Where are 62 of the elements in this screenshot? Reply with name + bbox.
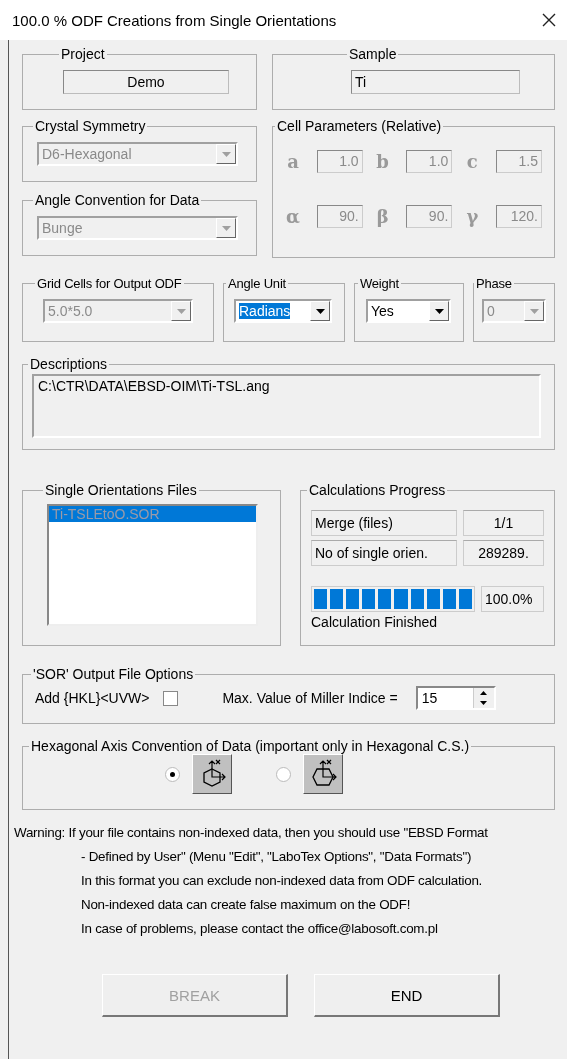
status-text: Calculation Finished [311,614,439,630]
dropdown[interactable]: Radians [234,299,332,323]
group-label: Angle Convention for Data [34,192,201,208]
end-button[interactable]: END [314,974,500,1017]
caret-icon [221,225,231,231]
progress-value: 1/1 [463,510,544,536]
group-label: Angle Unit [227,276,287,291]
warning-text: In this format you can exclude non-indexed data from ODF calculation. [80,872,484,890]
parameter-field: 1.0 [406,150,453,173]
window-title: 100.0 % ODF Creations from Single Orientations [12,11,337,29]
radio-button[interactable] [275,766,291,782]
parameter-field: 90. [406,205,453,228]
project-field: Demo [63,70,229,94]
radio-button[interactable] [164,766,180,782]
group-label: Sample [348,46,398,62]
parameter-symbol: a [286,151,300,172]
parameter-symbol: α [285,206,301,227]
caret-icon [434,308,444,314]
group-label: Descriptions [29,356,109,372]
group-label: Phase [475,276,513,291]
group-label: Cell Parameters (Relative) [276,118,443,134]
parameter-symbol: c [465,151,479,172]
dropdown[interactable]: Yes [366,299,451,323]
warning-text: Non-indexed data can create false maximum on the ODF! [80,896,412,914]
checkbox-label: Add {HKL}<UVW> [35,690,150,706]
file-item[interactable]: Ti-TSLEtoO.SOR [49,506,256,522]
parameter-symbol: b [375,151,390,172]
caret-icon [176,308,186,314]
group-label: Hexagonal Axis Convention of Data (important only in Hexagonal C.S.) [30,738,471,754]
parameter-symbol: β [375,206,390,227]
parameter-symbol: γ [465,206,480,227]
caret-icon [221,151,231,157]
warning-text: Warning: If your file contains non-indexed data, then you should use "EBSD Format [14,824,489,842]
description-field[interactable]: C:\CTR\DATA\EBSD-OIM\Ti-TSL.ang [32,374,541,438]
progress-label: No of single orien. [311,540,457,566]
group-label: Calculations Progress [308,482,447,498]
hexagon-axes-icon[interactable] [191,754,232,794]
caret-icon [315,308,325,314]
group-label: Single Orientations Files [44,482,198,498]
spin-down-icon[interactable] [480,701,488,705]
parameter-field: 90. [316,205,363,228]
parameter-field: 1.5 [496,150,542,173]
warning-text: In case of problems, please contact the office@labosoft.com.pl [80,920,439,938]
progress-label: Merge (files) [311,510,457,536]
parameter-field: 120. [496,205,542,228]
group-label: Project [60,46,106,62]
group-label: Crystal Symmetry [34,118,147,134]
sample-field: Ti [351,70,520,94]
progress-value: 289289. [463,540,544,566]
caret-icon [529,308,539,314]
parameter-field: 1.0 [316,150,363,173]
progress-reading: 100.0% [481,586,544,612]
close-icon[interactable] [541,12,557,28]
spin-field[interactable]: 15 [415,686,496,710]
hexagon-axes-icon[interactable] [302,754,343,794]
checkbox[interactable] [163,690,179,706]
group-label: Weight [359,276,401,291]
spin-up-icon[interactable] [480,691,488,695]
warning-text: - Defined by User" (Menu "Edit", "LaboTex Options", "Data Formats") [80,848,473,866]
group-label: 'SOR' Output File Options [32,666,195,682]
field-label: Max. Value of Miller Indice = [222,690,398,706]
group-label: Grid Cells for Output ODF [36,276,183,291]
